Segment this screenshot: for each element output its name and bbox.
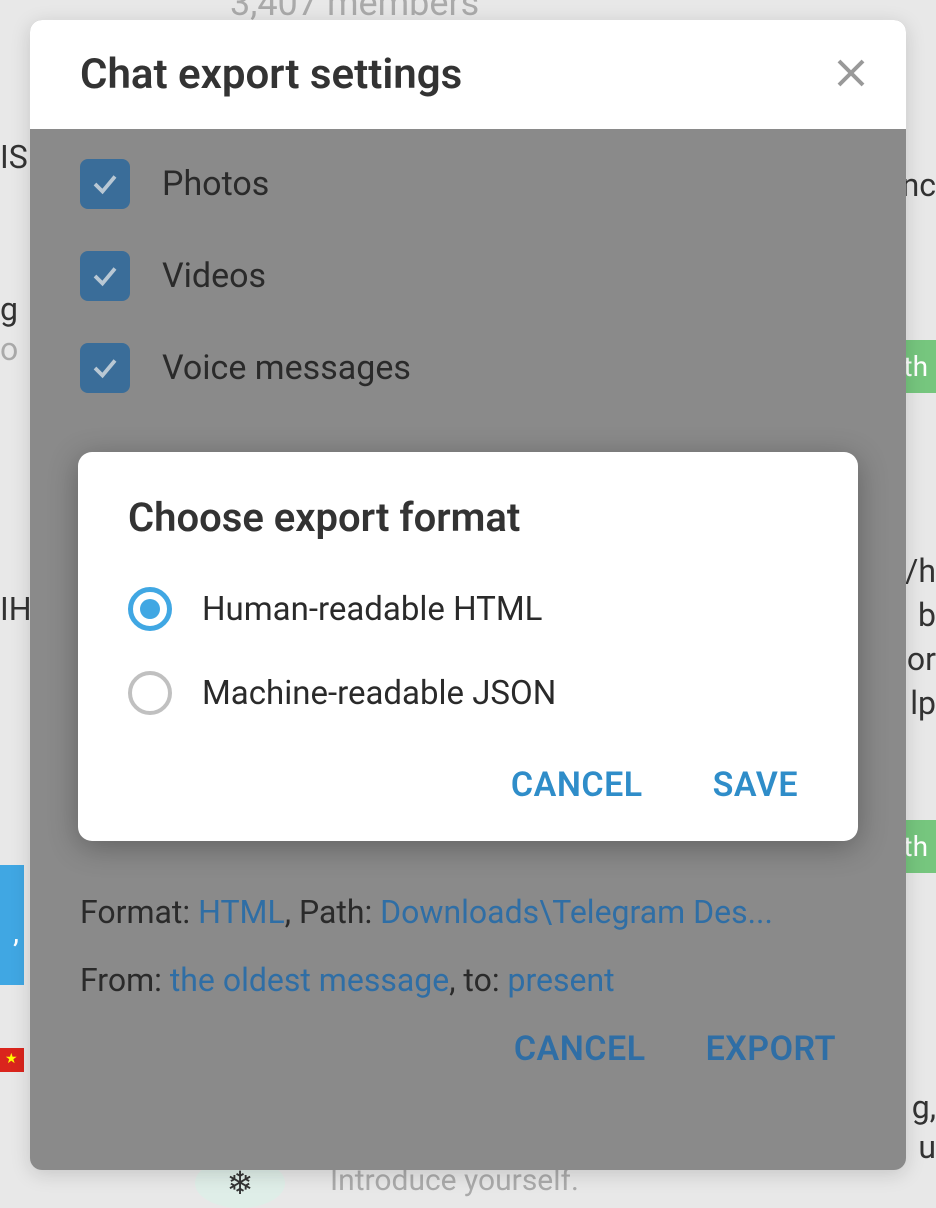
bg-partial-text: o [0, 330, 18, 368]
checkbox-label: Photos [162, 164, 269, 204]
dialog-footer: CANCEL EXPORT [80, 1029, 856, 1069]
radio-html[interactable]: Human-readable HTML [128, 587, 808, 631]
format-label: Format: [80, 893, 198, 931]
from-link[interactable]: the oldest message [170, 961, 449, 999]
to-label: , to: [449, 961, 507, 999]
bg-partial-text: u [918, 1128, 936, 1166]
bg-blue-block: , [0, 865, 24, 985]
bg-partial-text: g [0, 290, 18, 328]
radio-json[interactable]: Machine-readable JSON [128, 671, 808, 715]
path-label: , Path: [285, 893, 380, 931]
radio-label: Human-readable HTML [202, 590, 542, 629]
checkbox-photos[interactable]: Photos [80, 159, 856, 209]
close-icon [836, 58, 866, 88]
checkbox-icon [80, 159, 130, 209]
cancel-button[interactable]: CANCEL [514, 1029, 646, 1069]
format-link[interactable]: HTML [198, 893, 285, 931]
from-label: From: [80, 961, 170, 999]
choose-export-format-dialog: Choose export format Human-readable HTML… [78, 452, 858, 841]
checkbox-videos[interactable]: Videos [80, 251, 856, 301]
date-range-row: From: the oldest message, to: present [80, 961, 856, 999]
checkbox-icon [80, 251, 130, 301]
bg-partial-text: b [918, 596, 936, 634]
path-link[interactable]: Downloads\Telegram Des... [380, 893, 773, 931]
save-button[interactable]: SAVE [713, 765, 798, 805]
bg-partial-text: nc [902, 166, 936, 204]
radio-label: Machine-readable JSON [202, 674, 556, 713]
checkbox-icon [80, 343, 130, 393]
bg-flag-icon [0, 1048, 24, 1072]
format-dialog-footer: CANCEL SAVE [128, 765, 808, 805]
bg-partial-text: or [907, 640, 936, 678]
dialog-header: Chat export settings [30, 20, 906, 129]
bg-partial-text: IS [0, 138, 28, 176]
checkbox-voice-messages[interactable]: Voice messages [80, 343, 856, 393]
bg-partial-text: /h [905, 552, 936, 590]
bg-partial-text: g, [912, 1088, 936, 1126]
cancel-button[interactable]: CANCEL [511, 765, 643, 805]
export-button[interactable]: EXPORT [706, 1029, 836, 1069]
bg-partial-text: lp [910, 684, 936, 722]
radio-unselected-icon [128, 671, 172, 715]
checkbox-label: Voice messages [162, 348, 411, 388]
to-link[interactable]: present [508, 961, 615, 999]
bg-partial-text: IH [0, 590, 32, 628]
format-dialog-title: Choose export format [128, 494, 808, 541]
dialog-title: Chat export settings [80, 50, 462, 99]
checkbox-label: Videos [162, 256, 266, 296]
close-button[interactable] [836, 54, 866, 96]
radio-selected-icon [128, 587, 172, 631]
format-path-row: Format: HTML, Path: Downloads\Telegram D… [80, 893, 856, 931]
